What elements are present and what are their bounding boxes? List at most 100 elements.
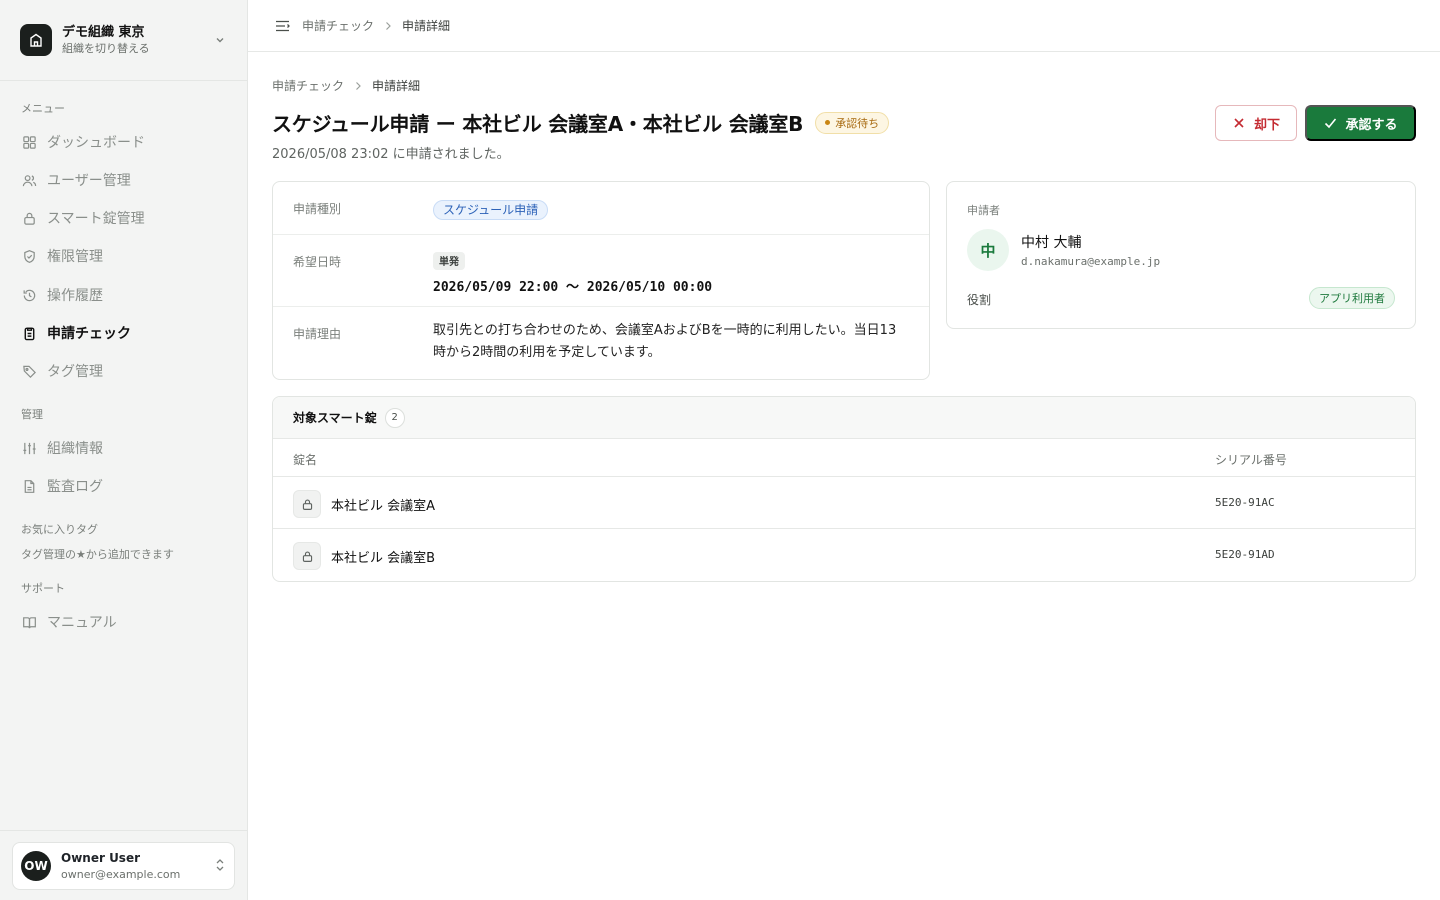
sidebar-toggle-icon[interactable] — [274, 18, 290, 34]
sidebar-item-label: 監査ログ — [47, 479, 103, 495]
reject-label: 却下 — [1253, 116, 1280, 132]
sidebar-item-audit-log[interactable]: 監査ログ — [12, 470, 236, 502]
sidebar-item-manual[interactable]: マニュアル — [12, 606, 236, 638]
role-badge: アプリ利用者 — [1309, 287, 1395, 309]
recurrence-chip: 単発 — [433, 251, 465, 270]
applicant-avatar: 中 — [967, 229, 1009, 271]
shield-icon — [21, 248, 37, 264]
request-type-chip: スケジュール申請 — [433, 199, 549, 220]
chevron-up-down-icon — [214, 857, 226, 876]
detail-row-datetime: 希望日時 単発 2026/05/09 22:00 〜 2026/05/10 00… — [273, 235, 929, 307]
check-icon — [1323, 116, 1337, 130]
support-section-label: サポート — [21, 582, 65, 595]
sidebar-item-dashboard[interactable]: ダッシュボード — [12, 126, 236, 158]
requested-datetime: 2026/05/09 22:00 〜 2026/05/10 00:00 — [433, 279, 713, 295]
request-detail-card: 申請種別 スケジュール申請 希望日時 単発 2026/05/09 22:00 〜… — [272, 181, 930, 380]
sidebar-item-history[interactable]: 操作履歴 — [12, 279, 236, 311]
lock-serial: 5E20-91AC — [1215, 496, 1275, 509]
sidebar-item-label: ユーザー管理 — [47, 173, 131, 189]
chevron-right-icon — [354, 81, 362, 91]
target-locks-card: 対象スマート錠 2 錠名 シリアル番号 本社ビル 会議室A 5E20-91AC … — [272, 396, 1416, 582]
applicant-email: d.nakamura@example.jp — [1021, 255, 1161, 268]
grid-icon — [21, 134, 37, 150]
applicant-label: 申請者 — [967, 204, 1000, 217]
detail-label: 申請理由 — [293, 327, 342, 341]
applicant-name: 中村 大輔 — [1021, 235, 1082, 251]
reject-button[interactable]: 却下 — [1215, 105, 1297, 141]
sidebar-divider — [0, 80, 247, 81]
page-breadcrumb-current: 申請詳細 — [372, 79, 421, 93]
lock-icon — [293, 490, 321, 518]
sidebar-item-label: 権限管理 — [47, 249, 103, 265]
breadcrumb-current: 申請詳細 — [402, 19, 451, 33]
sidebar-item-org-info[interactable]: 組織情報 — [12, 432, 236, 464]
locks-header: 対象スマート錠 2 — [273, 397, 1415, 439]
book-icon — [21, 614, 37, 630]
org-name: デモ組織 東京 — [62, 24, 145, 40]
sidebar-item-permissions[interactable]: 権限管理 — [12, 240, 236, 272]
locks-table-header: 錠名 シリアル番号 — [273, 439, 1415, 477]
close-icon — [1232, 116, 1246, 130]
sidebar-item-label: 申請チェック — [47, 326, 131, 342]
user-name: Owner User — [61, 850, 141, 865]
sidebar-item-label: タグ管理 — [47, 364, 103, 380]
org-switch-label: 組織を切り替える — [62, 41, 150, 55]
submitted-at: 2026/05/08 23:02 に申請されました。 — [272, 147, 510, 162]
sidebar: デモ組織 東京 組織を切り替える メニュー ダッシュボード ユーザー管理 スマー… — [0, 0, 248, 900]
detail-label: 希望日時 — [293, 255, 342, 269]
breadcrumb-parent[interactable]: 申請チェック — [302, 17, 374, 34]
favorites-section-label: お気に入りタグ — [21, 523, 98, 536]
breadcrumb: 申請チェック 申請詳細 — [302, 17, 450, 34]
sliders-icon — [21, 440, 37, 456]
applicant-card: 申請者 中 中村 大輔 d.nakamura@example.jp 役割 アプリ… — [946, 181, 1416, 329]
clipboard-icon — [21, 325, 37, 341]
sidebar-item-requests[interactable]: 申請チェック — [12, 317, 236, 349]
detail-label: 申請種別 — [293, 202, 342, 216]
file-icon — [21, 478, 37, 494]
locks-title: 対象スマート錠 — [293, 411, 377, 425]
top-bar: 申請チェック 申請詳細 — [248, 0, 1440, 52]
user-menu[interactable]: OW Owner User owner@example.com — [12, 842, 235, 890]
sidebar-item-label: ダッシュボード — [47, 135, 145, 151]
status-label: 承認待ち — [835, 116, 880, 130]
sidebar-bottom-divider — [0, 830, 247, 831]
sidebar-item-label: 組織情報 — [47, 441, 103, 457]
menu-section-label: メニュー — [21, 102, 65, 115]
column-header-serial: シリアル番号 — [1215, 453, 1287, 467]
table-row[interactable]: 本社ビル 会議室A 5E20-91AC — [273, 477, 1415, 529]
request-reason: 取引先との打ち合わせのため、会議室AおよびBを一時的に利用したい。当日13時から… — [433, 323, 897, 360]
status-badge: 承認待ち — [815, 111, 890, 134]
sidebar-item-tags[interactable]: タグ管理 — [12, 355, 236, 387]
lock-serial: 5E20-91AD — [1215, 548, 1275, 561]
page-breadcrumb: 申請チェック 申請詳細 — [272, 77, 420, 94]
admin-section-label: 管理 — [21, 408, 43, 421]
detail-row-type: 申請種別 スケジュール申請 — [273, 182, 929, 235]
approve-label: 承認する — [1345, 116, 1398, 132]
building-icon — [20, 24, 52, 56]
table-row[interactable]: 本社ビル 会議室B 5E20-91AD — [273, 529, 1415, 581]
title-row: スケジュール申請 ー 本社ビル 会議室A・本社ビル 会議室B 承認待ち — [272, 108, 890, 137]
approve-button[interactable]: 承認する — [1305, 105, 1416, 141]
org-switcher[interactable]: デモ組織 東京 組織を切り替える — [12, 14, 236, 66]
sidebar-item-label: スマート錠管理 — [47, 211, 145, 227]
sidebar-item-label: 操作履歴 — [47, 288, 103, 304]
lock-name: 本社ビル 会議室A — [331, 499, 436, 514]
favorites-hint: タグ管理の★から追加できます — [21, 548, 174, 561]
lock-icon — [21, 210, 37, 226]
sidebar-item-users[interactable]: ユーザー管理 — [12, 164, 236, 196]
status-dot-icon — [825, 120, 831, 125]
role-label: 役割 — [967, 293, 992, 307]
avatar: OW — [21, 851, 51, 881]
history-icon — [21, 287, 37, 303]
locks-count-badge: 2 — [384, 407, 405, 428]
chevron-down-icon — [212, 32, 228, 48]
users-icon — [21, 172, 37, 188]
page-breadcrumb-parent[interactable]: 申請チェック — [272, 77, 344, 94]
detail-row-reason: 申請理由 取引先との打ち合わせのため、会議室AおよびBを一時的に利用したい。当日… — [273, 307, 929, 379]
page-title: スケジュール申請 ー 本社ビル 会議室A・本社ビル 会議室B — [272, 112, 804, 136]
chevron-right-icon — [384, 21, 392, 31]
sidebar-item-smart-locks[interactable]: スマート錠管理 — [12, 202, 236, 234]
lock-name: 本社ビル 会議室B — [331, 551, 436, 566]
sidebar-item-label: マニュアル — [47, 615, 117, 631]
tag-icon — [21, 363, 37, 379]
